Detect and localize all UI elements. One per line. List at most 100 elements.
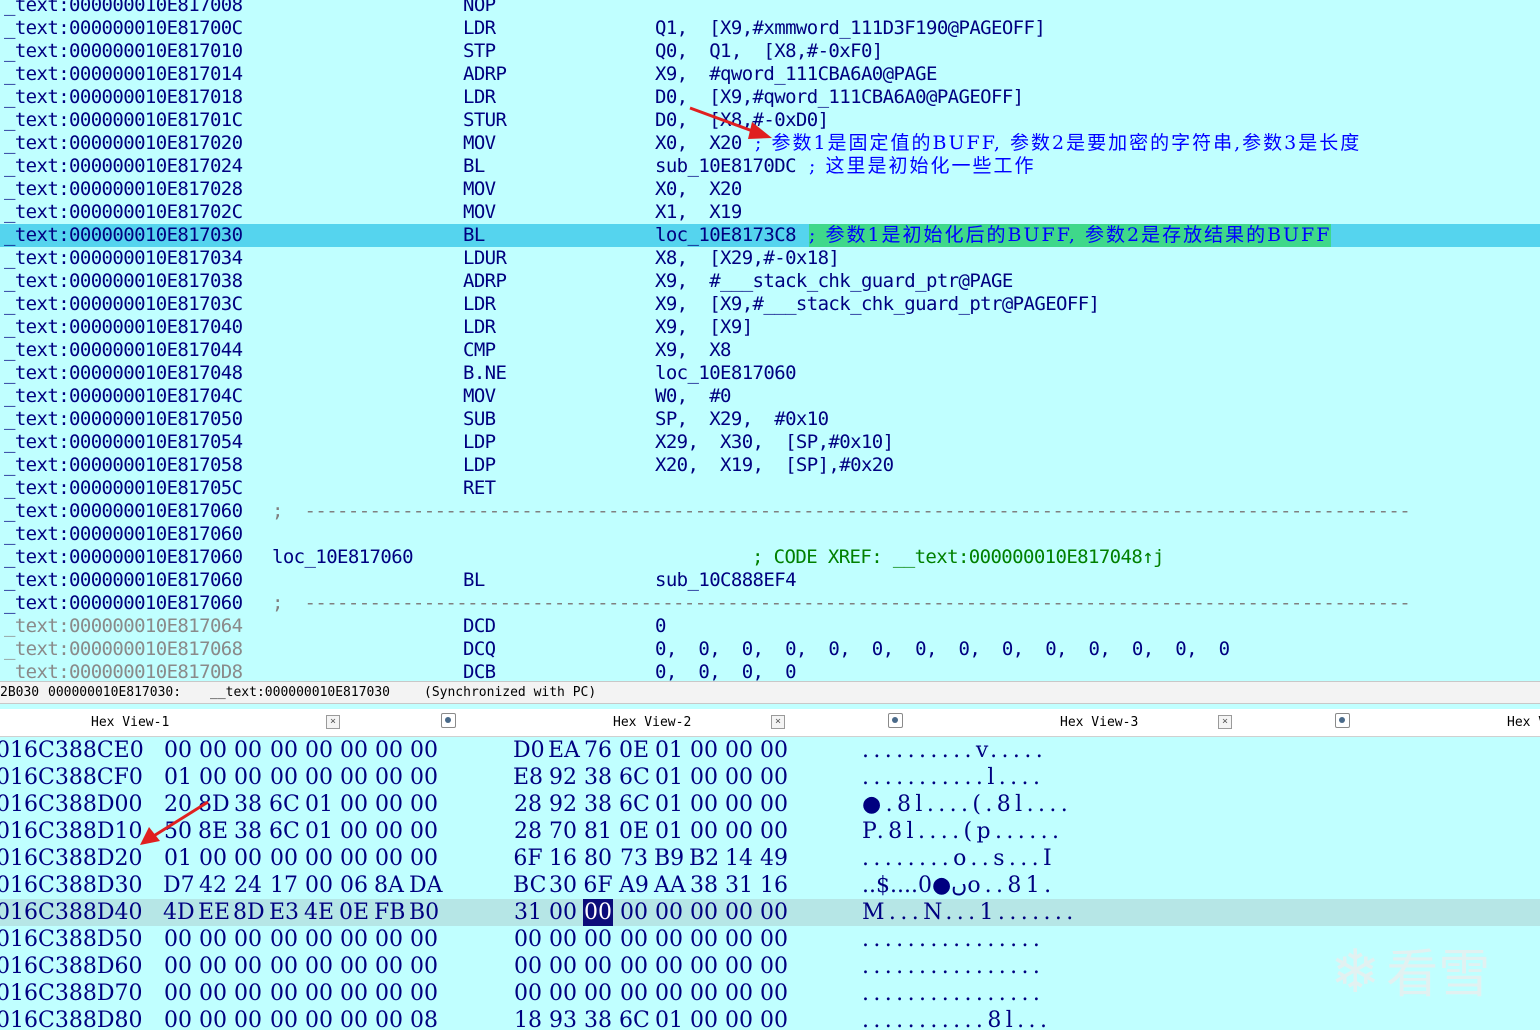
hex-byte[interactable]: 00	[513, 926, 543, 953]
hex-byte[interactable]: 00	[548, 980, 578, 1007]
hex-byte[interactable]: 8E	[198, 818, 228, 845]
hex-row[interactable]: 016C388D00 20 8D 38 6C 01 00 00 00 28 92 38 6C 01 00 00…	[0, 791, 1540, 818]
hex-byte[interactable]: 00	[409, 980, 439, 1007]
hex-byte[interactable]: 08	[409, 1007, 439, 1030]
close-icon[interactable]: ×	[326, 715, 340, 729]
disasm-row[interactable]: _text:000000010E81705C RET	[0, 477, 1540, 500]
hex-byte[interactable]: 00	[409, 737, 439, 764]
hex-byte[interactable]: 00	[724, 980, 754, 1007]
disasm-row[interactable]: _text:000000010E817018 LDR D0, [X9,#qword_…	[0, 86, 1540, 109]
hex-byte[interactable]: 00	[304, 926, 334, 953]
hex-byte[interactable]: 00	[339, 791, 369, 818]
hex-byte[interactable]: 4E	[304, 899, 334, 926]
hex-byte[interactable]: 00	[233, 953, 263, 980]
hex-byte[interactable]: 38	[233, 818, 263, 845]
hex-byte[interactable]: 31	[513, 899, 543, 926]
hex-byte[interactable]: 00	[759, 953, 789, 980]
disasm-row[interactable]: _text:000000010E817054 LDP X29, X30, [SP,#…	[0, 431, 1540, 454]
disasm-row[interactable]: _text:000000010E817060 ; ----------------…	[0, 500, 1540, 523]
hex-byte[interactable]: 00	[619, 980, 649, 1007]
disasm-row[interactable]: _text:000000010E817038 ADRP X9, #___stack_…	[0, 270, 1540, 293]
hex-byte[interactable]: 00	[513, 953, 543, 980]
hex-byte[interactable]: DA	[409, 872, 443, 899]
hex-byte[interactable]: 38	[583, 1007, 613, 1030]
hex-row[interactable]: 016C388D20 01 00 00 00 00 00 00 00 6F 16 80 73 B9 B2 14…	[0, 845, 1540, 872]
disasm-row[interactable]: _text:000000010E817010 STP Q0, Q1, [X8,#-0…	[0, 40, 1540, 63]
tab-hex-view-2[interactable]: Hex View-2 ×	[441, 709, 888, 736]
hex-byte[interactable]: EE	[198, 899, 230, 926]
hex-byte[interactable]: 00	[269, 737, 299, 764]
hex-byte[interactable]: 42	[198, 872, 228, 899]
hex-byte[interactable]: 01	[304, 818, 334, 845]
hex-byte[interactable]: E3	[269, 899, 299, 926]
hex-byte[interactable]: 00	[339, 980, 369, 1007]
hex-byte[interactable]: E8	[513, 764, 543, 791]
hex-byte[interactable]: 00	[374, 737, 404, 764]
hex-byte[interactable]: 6C	[619, 791, 650, 818]
hex-ascii[interactable]: ................	[862, 953, 1044, 980]
hex-byte[interactable]: 00	[233, 845, 263, 872]
hex-byte[interactable]: 00	[374, 845, 404, 872]
hex-byte[interactable]: 00	[654, 899, 684, 926]
disasm-row[interactable]: _text:000000010E817034 LDUR X8, [X29,#-0x1…	[0, 247, 1540, 270]
hex-byte[interactable]: 00	[269, 1007, 299, 1030]
hex-byte[interactable]: 00	[619, 953, 649, 980]
hex-byte[interactable]: 00	[163, 1007, 193, 1030]
disasm-row[interactable]: _text:000000010E817058 LDP X20, X19, [SP],…	[0, 454, 1540, 477]
disasm-row[interactable]: _text:000000010E81703C LDR X9, [X9,#___sta…	[0, 293, 1540, 316]
hex-byte[interactable]: 00	[198, 953, 228, 980]
hex-byte[interactable]: 00	[374, 764, 404, 791]
hex-row[interactable]: 016C388D40 4D EE 8D E3 4E 0E FB B0 31 00 00 00 00 00 00…	[0, 899, 1540, 926]
hex-byte[interactable]: 93	[548, 1007, 578, 1030]
hex-byte[interactable]: 8D	[233, 899, 265, 926]
hex-byte[interactable]: 00	[689, 980, 719, 1007]
hex-ascii[interactable]: ........o..s...I	[862, 845, 1056, 872]
disasm-row[interactable]: _text:000000010E817060 ; ----------------…	[0, 592, 1540, 615]
hex-byte[interactable]: 00	[409, 926, 439, 953]
hex-byte[interactable]: 00	[724, 791, 754, 818]
hex-byte[interactable]: AA	[654, 872, 686, 899]
hex-byte[interactable]: 31	[724, 872, 754, 899]
hex-byte[interactable]: A9	[619, 872, 649, 899]
hex-byte[interactable]: 00	[689, 1007, 719, 1030]
hex-byte[interactable]: 20	[163, 791, 193, 818]
disasm-row[interactable]: _text:000000010E817040 LDR X9, [X9]	[0, 316, 1540, 339]
hex-byte[interactable]: 00	[339, 926, 369, 953]
hex-byte[interactable]: 00	[304, 980, 334, 1007]
hex-byte[interactable]: 00	[583, 980, 613, 1007]
hex-byte[interactable]: 01	[163, 764, 193, 791]
hex-byte[interactable]: 00	[374, 953, 404, 980]
hex-byte[interactable]: 00	[304, 845, 334, 872]
hex-byte[interactable]: 00	[759, 818, 789, 845]
disasm-row[interactable]: _text:000000010E817060 BL sub_10C888EF4	[0, 569, 1540, 592]
hex-byte[interactable]: 00	[163, 953, 193, 980]
hex-byte[interactable]: 00	[409, 818, 439, 845]
hex-byte[interactable]: BC	[513, 872, 546, 899]
hex-byte[interactable]: EA	[548, 737, 580, 764]
hex-byte[interactable]: 38	[583, 764, 613, 791]
hex-byte[interactable]: 00	[269, 926, 299, 953]
hex-byte[interactable]: 0E	[619, 737, 649, 764]
hex-byte[interactable]: 00	[409, 953, 439, 980]
hex-byte[interactable]: B0	[409, 899, 439, 926]
disassembly-view[interactable]: _text:000000010E817008 NOP _text:000000010…	[0, 0, 1540, 681]
hex-byte[interactable]: 00	[374, 791, 404, 818]
hex-byte[interactable]: 00	[759, 980, 789, 1007]
hex-byte[interactable]: 00	[374, 926, 404, 953]
hex-byte[interactable]: 00	[548, 953, 578, 980]
hex-byte[interactable]: 16	[759, 872, 789, 899]
hex-byte[interactable]: 70	[548, 818, 578, 845]
hex-byte[interactable]: 50	[163, 818, 193, 845]
hex-byte[interactable]: 00	[548, 926, 578, 953]
hex-byte[interactable]: 00	[304, 737, 334, 764]
hex-row[interactable]: 016C388D30 D7 42 24 17 00 06 8A DA BC 30 6F A9 AA 38 31…	[0, 872, 1540, 899]
hex-byte[interactable]: 06	[339, 872, 369, 899]
disasm-row[interactable]: _text:000000010E81704C MOV W0, #0	[0, 385, 1540, 408]
hex-byte[interactable]: 38	[233, 791, 263, 818]
hex-byte[interactable]: 01	[654, 818, 684, 845]
hex-byte[interactable]: 00	[724, 1007, 754, 1030]
hex-byte[interactable]: 01	[304, 791, 334, 818]
hex-byte[interactable]: 00	[759, 926, 789, 953]
hex-byte[interactable]: 00	[269, 764, 299, 791]
disasm-row[interactable]: _text:000000010E81700C LDR Q1, [X9,#xmmwor…	[0, 17, 1540, 40]
